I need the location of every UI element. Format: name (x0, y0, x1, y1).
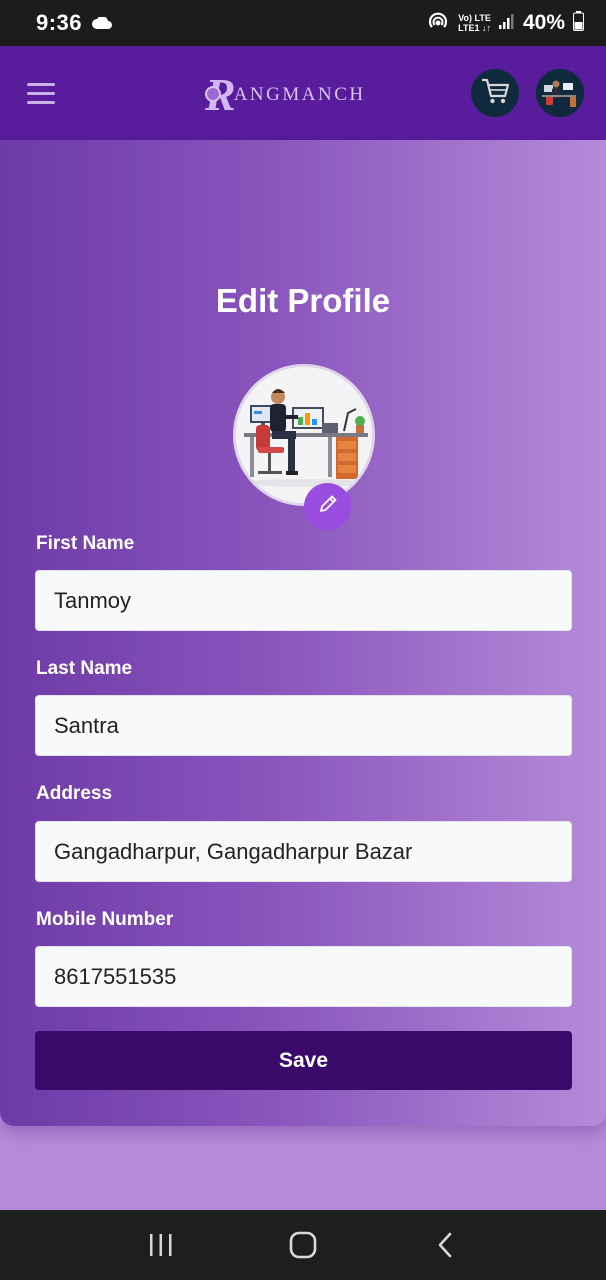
page-title: Edit Profile (215, 282, 391, 319)
status-time: 9:36 (36, 10, 83, 35)
profile-illustration (236, 367, 372, 503)
mobile-number-input[interactable] (35, 946, 572, 1007)
signal-icon (498, 13, 515, 34)
pencil-icon (317, 493, 339, 520)
recent-apps-button[interactable] (141, 1225, 181, 1265)
hamburger-icon[interactable] (27, 83, 55, 105)
edit-photo-button[interactable] (304, 483, 351, 530)
first-name-input[interactable] (35, 570, 572, 631)
app-header: R ANGMANCH (0, 46, 606, 140)
hotspot-icon (426, 11, 450, 36)
network-indicator: Vo) LTE LTE1 ↓↑ (458, 13, 491, 33)
address-input[interactable] (35, 821, 572, 882)
avatar-button[interactable] (536, 69, 584, 117)
battery-icon (573, 10, 584, 36)
back-button[interactable] (425, 1225, 465, 1265)
system-nav-bar (0, 1210, 606, 1280)
logo-text: ANGMANCH (233, 84, 366, 105)
back-icon (438, 1232, 452, 1258)
status-bar: 9:36 Vo) LTE LTE1 ↓↑ 40% (0, 0, 606, 46)
battery-percent: 40% (522, 11, 565, 34)
status-icons: Vo) LTE LTE1 ↓↑ 40% (426, 10, 584, 36)
save-button[interactable]: Save (35, 1031, 572, 1090)
last-name-label: Last Name (36, 658, 133, 679)
profile-picture (233, 364, 375, 506)
recent-apps-icon (150, 1234, 172, 1256)
cloud-icon (92, 17, 113, 29)
logo-ball-icon (205, 86, 221, 102)
home-button[interactable] (283, 1225, 323, 1265)
app-logo[interactable]: R ANGMANCH (205, 68, 405, 118)
address-label: Address (36, 783, 113, 804)
cart-icon (480, 77, 510, 110)
network-top: Vo) LTE (458, 13, 491, 23)
last-name-input[interactable] (35, 695, 572, 756)
first-name-label: First Name (36, 533, 135, 554)
avatar-image (536, 69, 584, 117)
network-bottom: LTE1 ↓↑ (458, 23, 491, 33)
cart-button[interactable] (471, 69, 519, 117)
mobile-number-label: Mobile Number (36, 909, 174, 930)
home-icon (289, 1231, 317, 1259)
